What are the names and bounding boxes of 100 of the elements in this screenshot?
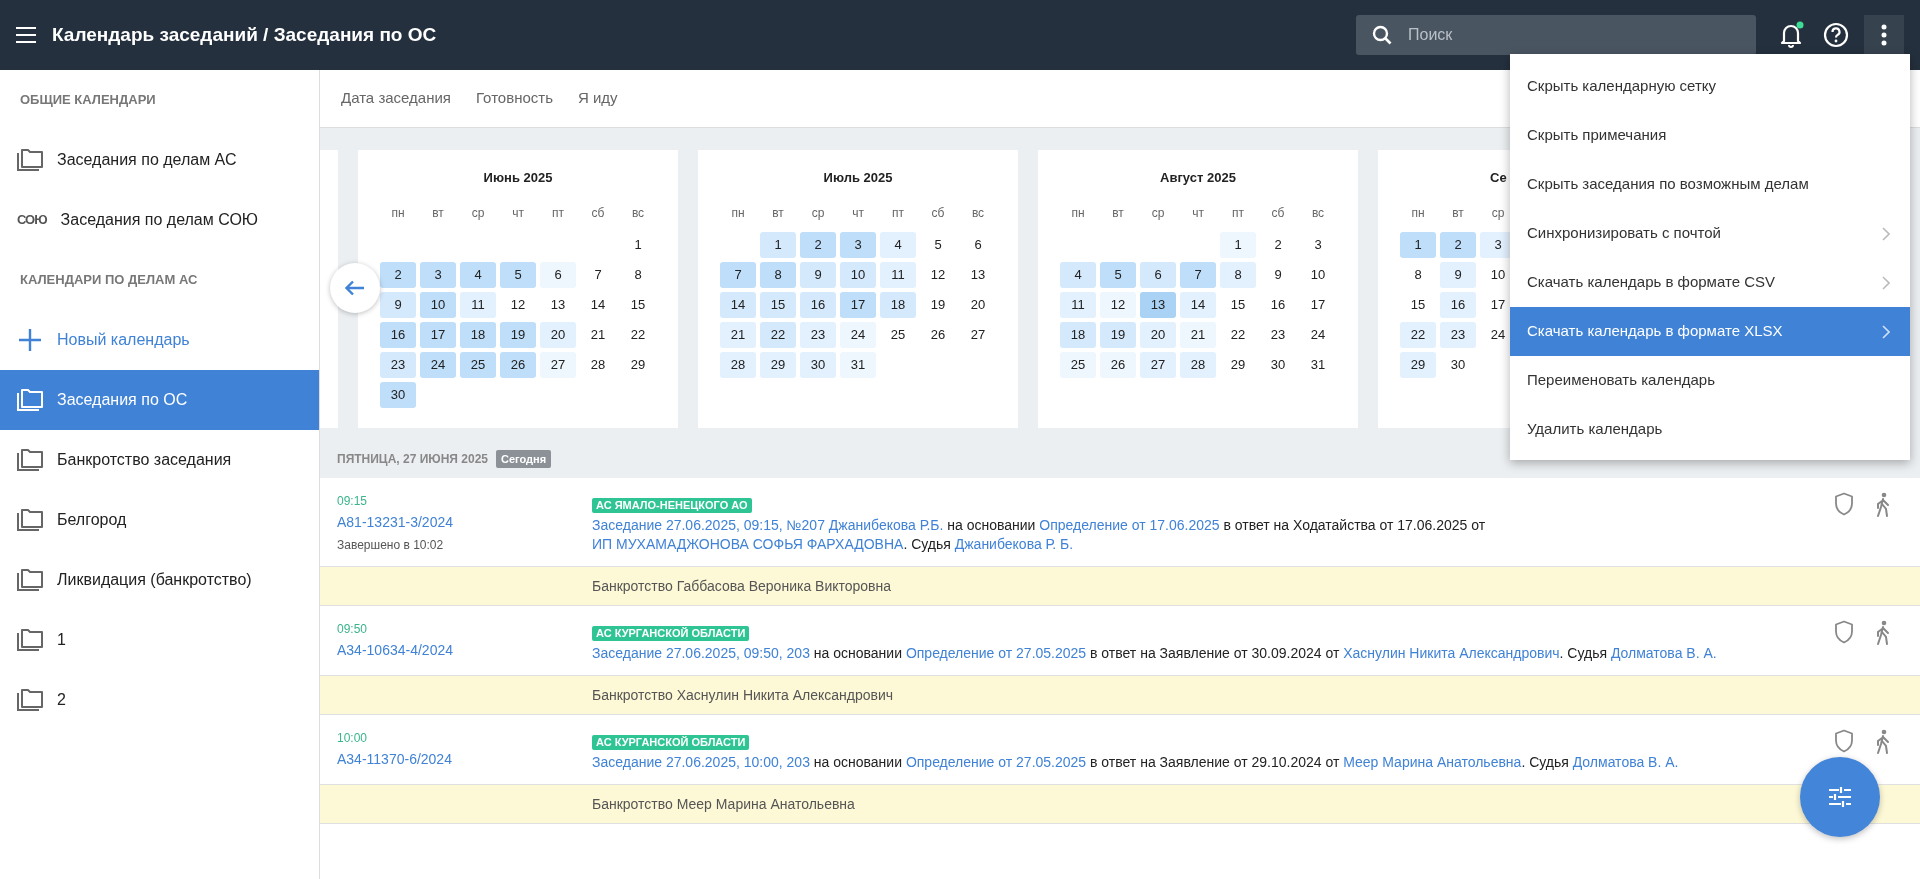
calendar-day[interactable]: 24 bbox=[840, 321, 876, 348]
calendar-day[interactable]: 15 bbox=[1220, 291, 1256, 318]
calendar-day[interactable]: 26 bbox=[920, 321, 956, 348]
calendar-day[interactable]: 25 bbox=[460, 351, 496, 378]
description-link[interactable]: Определение от 17.06.2025 bbox=[1039, 517, 1220, 533]
calendar-day[interactable]: 26 bbox=[1100, 351, 1136, 378]
walking-person-icon[interactable] bbox=[1876, 620, 1890, 646]
calendar-day[interactable]: 5 bbox=[1100, 261, 1136, 288]
calendar-day[interactable]: 23 bbox=[800, 321, 836, 348]
calendar-day[interactable]: 19 bbox=[920, 291, 956, 318]
search-field[interactable]: Поиск bbox=[1356, 15, 1756, 55]
sidebar-item[interactable]: Ликвидация (банкротство) bbox=[0, 550, 319, 610]
shield-icon[interactable] bbox=[1834, 620, 1854, 644]
calendar-day[interactable]: 16 bbox=[1260, 291, 1296, 318]
description-link[interactable]: Хаснулин Никита Александрович bbox=[1343, 645, 1560, 661]
description-link[interactable]: Заседание 27.06.2025, 10:00, 203 bbox=[592, 754, 810, 770]
description-link[interactable]: Определение от 27.05.2025 bbox=[905, 754, 1087, 770]
calendar-day[interactable]: 10 bbox=[840, 261, 876, 288]
calendar-day[interactable]: 14 bbox=[720, 291, 756, 318]
calendar-day[interactable]: 16 bbox=[1440, 291, 1476, 318]
calendar-day[interactable]: 7 bbox=[720, 261, 756, 288]
calendar-day[interactable]: 27 bbox=[540, 351, 576, 378]
calendar-day[interactable]: 9 bbox=[800, 261, 836, 288]
calendar-day[interactable]: 18 bbox=[1060, 321, 1096, 348]
calendar-day[interactable]: 30 bbox=[380, 381, 416, 408]
calendar-day[interactable]: 2 bbox=[1260, 231, 1296, 258]
calendar-day[interactable]: 23 bbox=[1440, 321, 1476, 348]
menu-item[interactable]: Скрыть примечания bbox=[1510, 111, 1910, 160]
calendar-day[interactable]: 6 bbox=[960, 231, 996, 258]
calendar-day[interactable]: 1 bbox=[760, 231, 796, 258]
sidebar-item[interactable]: Заседания по делам АС bbox=[0, 130, 319, 190]
calendar-day[interactable]: 19 bbox=[500, 321, 536, 348]
calendar-day[interactable]: 17 bbox=[420, 321, 456, 348]
shield-icon[interactable] bbox=[1834, 729, 1854, 753]
calendar-day[interactable]: 10 bbox=[1300, 261, 1336, 288]
sort-tab[interactable]: Я иду bbox=[577, 87, 618, 110]
calendar-day[interactable]: 23 bbox=[380, 351, 416, 378]
menu-item[interactable]: Скрыть заседания по возможным делам bbox=[1510, 160, 1910, 209]
description-link[interactable]: Заседание 27.06.2025, 09:50, 203 bbox=[592, 645, 810, 661]
calendar-day[interactable]: 7 bbox=[580, 261, 616, 288]
calendar-day[interactable]: 4 bbox=[460, 261, 496, 288]
calendar-day[interactable]: 13 bbox=[960, 261, 996, 288]
calendar-day[interactable]: 31 bbox=[840, 351, 876, 378]
sidebar-item[interactable]: 2 bbox=[0, 670, 319, 730]
calendar-day[interactable]: 1 bbox=[1400, 231, 1436, 258]
calendar-day[interactable]: 1 bbox=[1220, 231, 1256, 258]
calendar-day[interactable]: 5 bbox=[920, 231, 956, 258]
calendar-day[interactable]: 9 bbox=[380, 291, 416, 318]
calendar-day[interactable]: 23 bbox=[1260, 321, 1296, 348]
calendar-day[interactable]: 3 bbox=[420, 261, 456, 288]
calendar-day[interactable]: 12 bbox=[920, 261, 956, 288]
description-link[interactable]: Долматова В. А. bbox=[1610, 645, 1717, 661]
walking-person-icon[interactable] bbox=[1876, 492, 1890, 518]
calendar-day[interactable]: 6 bbox=[540, 261, 576, 288]
calendar-day[interactable]: 2 bbox=[380, 261, 416, 288]
calendar-day[interactable]: 22 bbox=[1400, 321, 1436, 348]
calendar-day[interactable]: 14 bbox=[1180, 291, 1216, 318]
calendar-day[interactable]: 30 bbox=[1260, 351, 1296, 378]
sidebar-item[interactable]: Белгород bbox=[0, 490, 319, 550]
calendar-day[interactable]: 15 bbox=[620, 291, 656, 318]
calendar-day[interactable]: 21 bbox=[1180, 321, 1216, 348]
calendar-day[interactable]: 11 bbox=[1060, 291, 1096, 318]
calendar-day[interactable]: 7 bbox=[1180, 261, 1216, 288]
calendar-day[interactable]: 4 bbox=[880, 231, 916, 258]
sort-tab[interactable]: Дата заседания bbox=[341, 87, 451, 110]
calendar-day[interactable]: 21 bbox=[720, 321, 756, 348]
calendar-day[interactable]: 11 bbox=[880, 261, 916, 288]
description-link[interactable]: Джанибекова Р. Б. bbox=[954, 536, 1074, 552]
description-link[interactable]: Определение от 27.05.2025 bbox=[905, 645, 1087, 661]
menu-item[interactable]: Удалить календарь bbox=[1510, 405, 1910, 454]
calendar-day[interactable]: 20 bbox=[1140, 321, 1176, 348]
sidebar-item[interactable]: Банкротство заседания bbox=[0, 430, 319, 490]
calendar-day[interactable]: 21 bbox=[580, 321, 616, 348]
calendar-day[interactable]: 15 bbox=[1400, 291, 1436, 318]
sidebar-item[interactable]: Заседания по ОС bbox=[0, 370, 319, 430]
calendar-day[interactable]: 4 bbox=[1060, 261, 1096, 288]
calendar-day[interactable]: 1 bbox=[620, 231, 656, 258]
calendar-day[interactable]: 25 bbox=[1060, 351, 1096, 378]
calendar-day[interactable]: 30 bbox=[800, 351, 836, 378]
calendar-day[interactable]: 9 bbox=[1440, 261, 1476, 288]
calendar-day[interactable]: 27 bbox=[960, 321, 996, 348]
description-link[interactable]: Долматова В. А. bbox=[1572, 754, 1679, 770]
calendar-day[interactable]: 27 bbox=[1140, 351, 1176, 378]
calendar-day[interactable]: 11 bbox=[460, 291, 496, 318]
calendar-day[interactable]: 16 bbox=[380, 321, 416, 348]
calendar-day[interactable]: 19 bbox=[1100, 321, 1136, 348]
calendar-day[interactable]: 22 bbox=[620, 321, 656, 348]
sidebar-item[interactable]: СОЮ Заседания по делам СОЮ bbox=[0, 190, 319, 250]
sidebar-item[interactable]: 1 bbox=[0, 610, 319, 670]
calendar-day[interactable]: 26 bbox=[500, 351, 536, 378]
calendar-day[interactable]: 18 bbox=[880, 291, 916, 318]
calendar-day[interactable]: 25 bbox=[880, 321, 916, 348]
menu-icon[interactable] bbox=[16, 27, 36, 43]
calendar-day[interactable]: 8 bbox=[1220, 261, 1256, 288]
calendar-day[interactable]: 3 bbox=[1300, 231, 1336, 258]
shield-icon[interactable] bbox=[1834, 492, 1854, 516]
menu-item[interactable]: Переименовать календарь bbox=[1510, 356, 1910, 405]
calendar-day[interactable]: 17 bbox=[1300, 291, 1336, 318]
calendar-day[interactable]: 10 bbox=[420, 291, 456, 318]
case-number-link[interactable]: А81-13231-3/2024 bbox=[337, 514, 453, 530]
